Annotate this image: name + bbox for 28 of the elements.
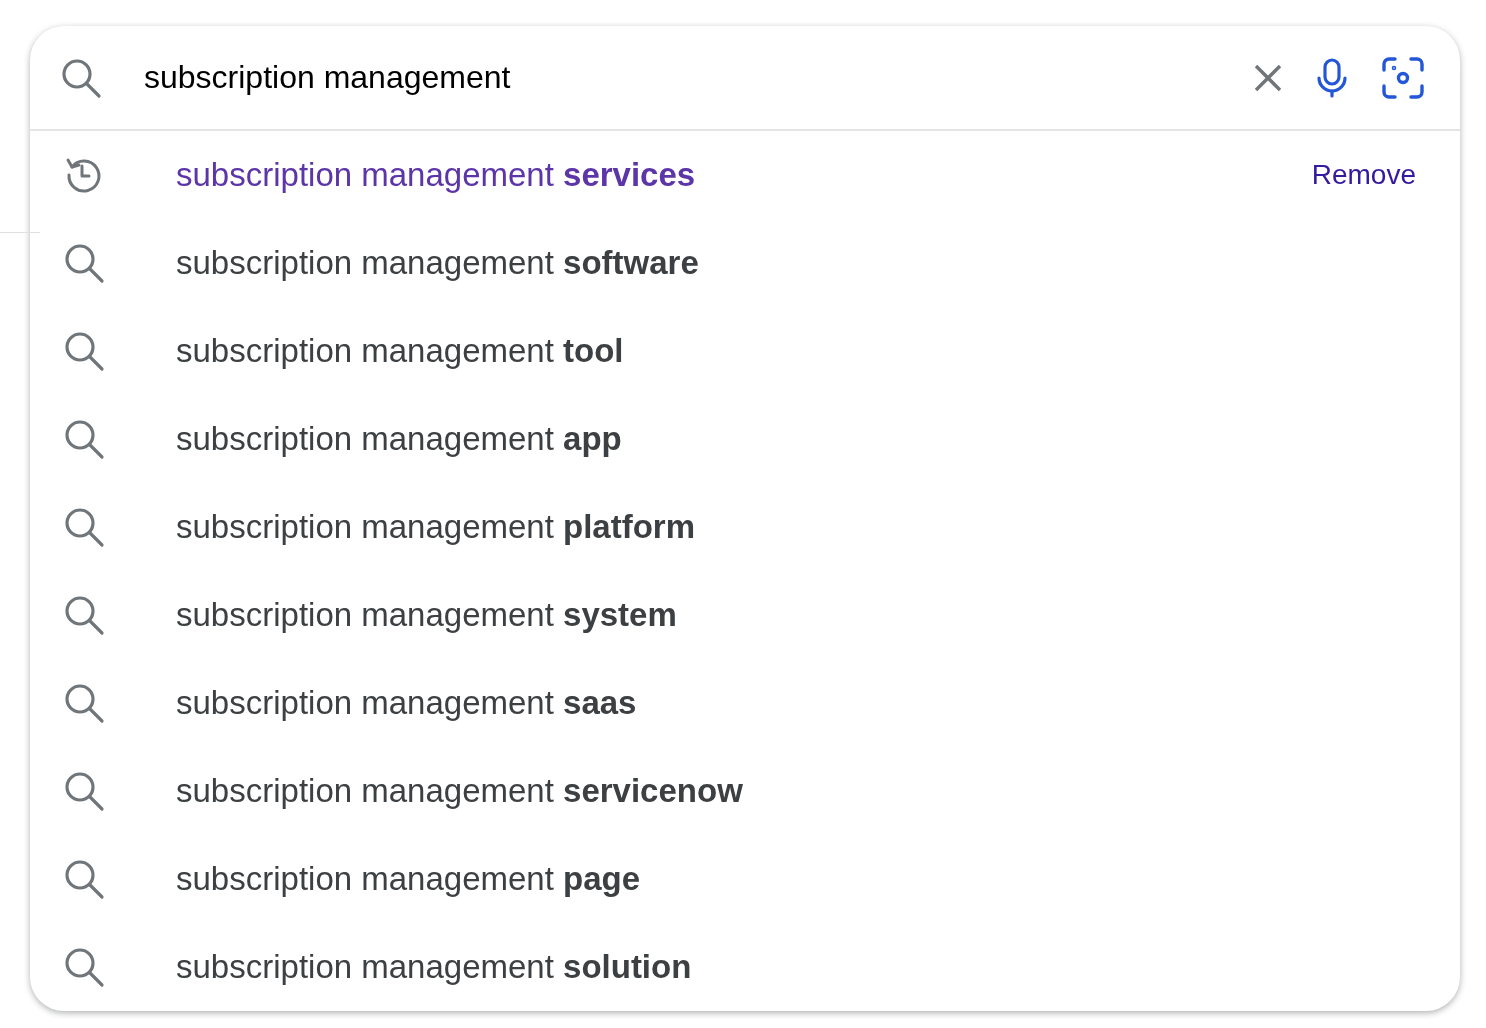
search-icon [60, 56, 102, 99]
suggestion-link[interactable]: subscription management services [176, 156, 1312, 194]
search-icon [63, 770, 105, 812]
search-icon [63, 946, 105, 988]
search-icon [63, 594, 105, 636]
remove-link[interactable]: Remove [1311, 159, 1416, 191]
search-icon [63, 682, 105, 724]
voice-search-button[interactable] [1316, 57, 1348, 98]
image-search-button[interactable] [1382, 56, 1424, 99]
suggestion-link[interactable]: subscription management servicenow [176, 772, 1416, 810]
search-icon [63, 418, 105, 460]
suggestion-link[interactable]: subscription management software [176, 244, 1416, 282]
search-field[interactable]: subscription management [144, 52, 1220, 103]
search-icon [63, 858, 105, 900]
search-icon [63, 330, 105, 372]
clear-button[interactable] [1254, 63, 1282, 92]
suggestion-link[interactable]: subscription management saas [176, 684, 1416, 722]
suggestion-link[interactable]: subscription management tool [176, 332, 1416, 370]
suggestion-link[interactable]: subscription management system [176, 596, 1416, 634]
suggestion-link[interactable]: subscription management solution [176, 948, 1416, 986]
close-icon [1254, 63, 1282, 92]
search-icon [63, 506, 105, 548]
suggestion-link[interactable]: subscription management page [176, 860, 1416, 898]
camera-icon [1382, 56, 1424, 99]
suggestion-link[interactable]: subscription management app [176, 420, 1416, 458]
search-icon [63, 242, 105, 284]
suggestion-link[interactable]: subscription management platform [176, 508, 1416, 546]
microphone-icon [1316, 57, 1348, 98]
